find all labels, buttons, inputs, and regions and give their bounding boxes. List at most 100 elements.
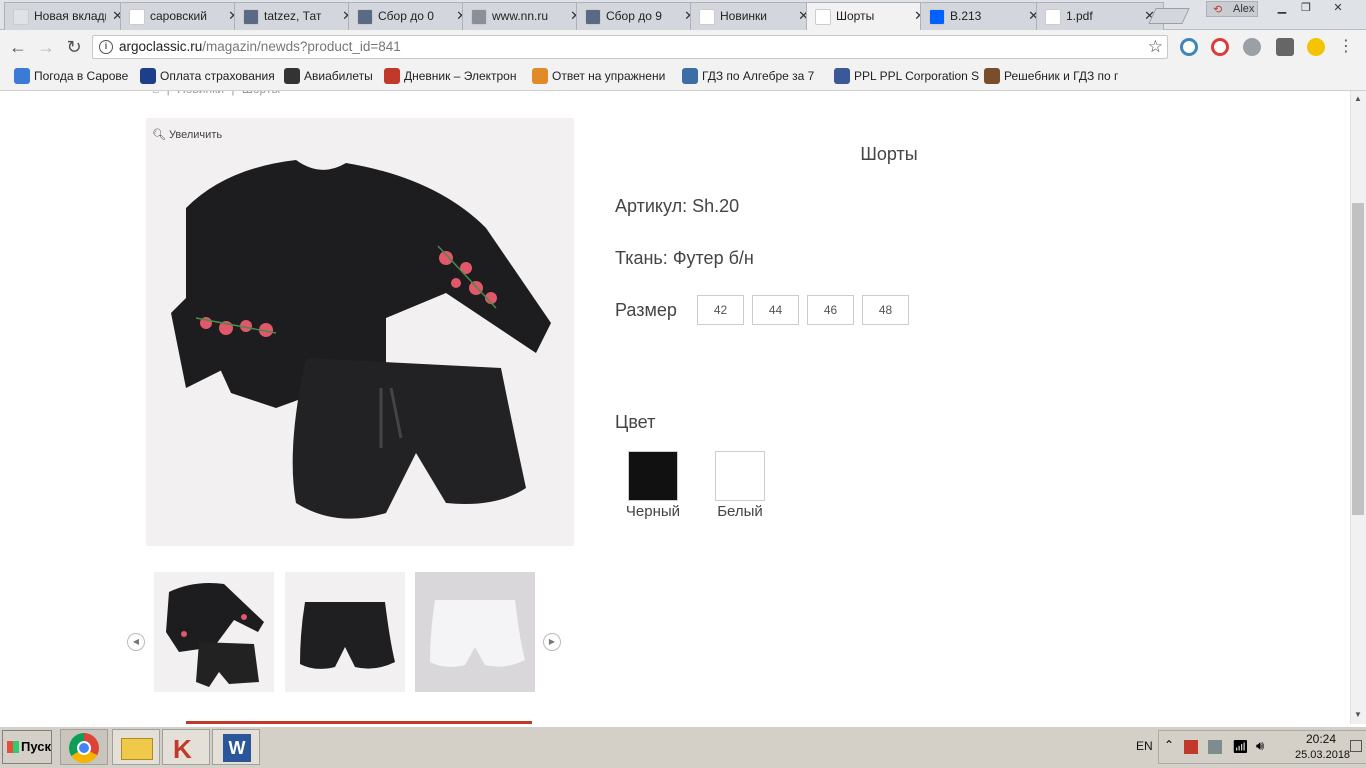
extension-target-icon[interactable]	[1211, 38, 1229, 56]
bookmark-item[interactable]: Дневник – Электрон	[384, 68, 516, 84]
tab-label: саровский	[150, 9, 207, 23]
taskbar-kaspersky[interactable]: K	[162, 729, 210, 765]
bookmark-item[interactable]: ГДЗ по Алгебре за 7	[682, 68, 814, 84]
nn-icon	[243, 9, 259, 25]
bookmark-item[interactable]: PPL PPL Corporation S	[834, 68, 979, 84]
extension-bulb-icon[interactable]	[1307, 38, 1325, 56]
product-main-image[interactable]	[146, 118, 574, 546]
product-photo-set	[171, 160, 551, 519]
folder-icon	[121, 738, 153, 760]
show-desktop-icon[interactable]	[1350, 740, 1362, 752]
bookmark-label: PPL PPL Corporation S	[854, 69, 980, 83]
tab[interactable]: Новая вкладка✕	[4, 2, 132, 30]
minimize-button[interactable]: ▁	[1270, 1, 1294, 17]
taskbar-chrome[interactable]	[60, 729, 108, 765]
bookmark-label: Ответ на упражнени	[552, 69, 666, 83]
start-button[interactable]: Пуск	[2, 730, 52, 764]
start-label: Пуск	[21, 739, 51, 754]
tab[interactable]: tatzez, Тат✕	[234, 2, 362, 30]
bookmark-item[interactable]: Решебник и ГДЗ по г	[984, 68, 1118, 84]
taskbar-word[interactable]: W	[212, 729, 260, 765]
extension-hat-icon[interactable]	[1276, 38, 1294, 56]
chrome-menu-icon[interactable]: ⋮	[1336, 37, 1356, 57]
tab[interactable]: Сбор до 0✕	[348, 2, 476, 30]
url-host: argoclassic.ru	[119, 39, 203, 54]
clock-time: 20:24	[1305, 732, 1337, 746]
gmail-icon	[699, 9, 715, 25]
tray-network-icon[interactable]: 📶︎	[1232, 739, 1249, 755]
product-title: Шорты	[860, 144, 918, 164]
zoom-label: Увеличить	[169, 129, 223, 141]
thumbnail-black-shorts[interactable]	[285, 572, 405, 692]
size-option[interactable]: 42	[697, 295, 744, 325]
bookmark-label: Погода в Сарове	[34, 69, 129, 83]
bookmark-star-icon[interactable]: ☆	[1148, 36, 1163, 58]
google-icon	[129, 9, 145, 25]
url-path: /magazin/newds?product_id=841	[202, 39, 401, 54]
word-icon: W	[223, 734, 251, 762]
bookmark-label: ГДЗ по Алгебре за 7	[702, 69, 815, 83]
bookmark-item[interactable]: Погода в Сарове	[14, 68, 128, 84]
bookmark-favicon-icon	[284, 68, 300, 84]
color-swatch[interactable]	[628, 451, 678, 501]
thumbnail-set-image	[166, 583, 264, 687]
restore-button[interactable]: ❐	[1294, 1, 1318, 17]
size-option[interactable]: 44	[752, 295, 799, 325]
thumbnail-white-shorts[interactable]	[415, 572, 535, 692]
tray-flag-icon[interactable]	[1184, 740, 1198, 754]
thumb-next-button[interactable]: ▶	[543, 633, 561, 651]
tab[interactable]: Новинки ✕	[690, 2, 818, 30]
extension-gray-circle-icon[interactable]	[1243, 38, 1261, 56]
forward-button[interactable]: →	[36, 37, 56, 57]
close-window-button[interactable]: ✕	[1318, 1, 1358, 17]
bookmark-favicon-icon	[682, 68, 698, 84]
back-button[interactable]: ←	[8, 37, 28, 57]
tab-label: B.213	[950, 9, 982, 23]
extension-triangle-icon[interactable]	[1180, 38, 1198, 56]
tab-label: Шорты	[836, 9, 875, 23]
tab[interactable]: Сбор до 9✕	[576, 2, 704, 30]
document-icon	[1045, 9, 1061, 25]
bookmark-favicon-icon	[384, 68, 400, 84]
scroll-down-arrow[interactable]: ▼	[1350, 708, 1366, 722]
tab[interactable]: 1.pdf ✕	[1036, 2, 1164, 30]
argo-icon	[815, 9, 831, 25]
profile-sync-icon: ⟲	[1213, 4, 1223, 16]
tab[interactable]: саровский✕	[120, 2, 248, 30]
bookmark-item[interactable]: Авиабилеты	[284, 68, 373, 84]
address-bar[interactable]: i argoclassic.ru/magazin/newds?product_i…	[92, 35, 1168, 59]
tab[interactable]: www.nn.ru✕	[462, 2, 590, 30]
tray-volume-icon[interactable]: 🔊︎	[1256, 738, 1264, 754]
tab-label: Сбор до 9	[606, 9, 662, 23]
color-label: Цвет	[615, 412, 656, 432]
tab[interactable]: B.213 ✕	[920, 2, 1048, 30]
thumbnail-white-shorts-image	[430, 600, 525, 667]
bookmark-item[interactable]: Оплата страхования	[140, 68, 275, 84]
clock[interactable]: 20:24 25.03.2018	[1295, 731, 1350, 763]
taskbar-explorer[interactable]	[112, 729, 160, 765]
tab-label: www.nn.ru	[492, 9, 549, 23]
bookmark-favicon-icon	[140, 68, 156, 84]
profile-button[interactable]: ⟲ Alex	[1206, 1, 1258, 17]
bookmark-item[interactable]: Ответ на упражнени	[532, 68, 665, 84]
kaspersky-icon: K	[173, 734, 192, 764]
nn-icon	[357, 9, 373, 25]
tab[interactable]: Шорты✕	[806, 2, 934, 31]
thumb-prev-button[interactable]: ◀	[127, 633, 145, 651]
reload-button[interactable]: ↻	[64, 37, 84, 57]
scroll-up-arrow[interactable]: ▲	[1350, 92, 1366, 106]
site-info-icon[interactable]: i	[99, 40, 113, 54]
color-swatch[interactable]	[715, 451, 765, 501]
size-label: Размер	[615, 300, 677, 320]
zoom-link[interactable]: 🔍︎ Увеличить	[152, 128, 222, 141]
thumbnail-set[interactable]	[154, 572, 274, 692]
language-indicator[interactable]: EN	[1136, 739, 1153, 753]
article-value: Sh.20	[692, 196, 740, 216]
scrollbar-thumb[interactable]	[1352, 203, 1364, 515]
tray-expand-icon[interactable]: ⌃	[1164, 738, 1174, 752]
size-option[interactable]: 48	[862, 295, 909, 325]
tray-security-icon[interactable]	[1208, 740, 1222, 754]
bookmark-label: Дневник – Электрон	[404, 69, 517, 83]
size-option[interactable]: 46	[807, 295, 854, 325]
tab-label: 1.pdf	[1066, 9, 1093, 23]
